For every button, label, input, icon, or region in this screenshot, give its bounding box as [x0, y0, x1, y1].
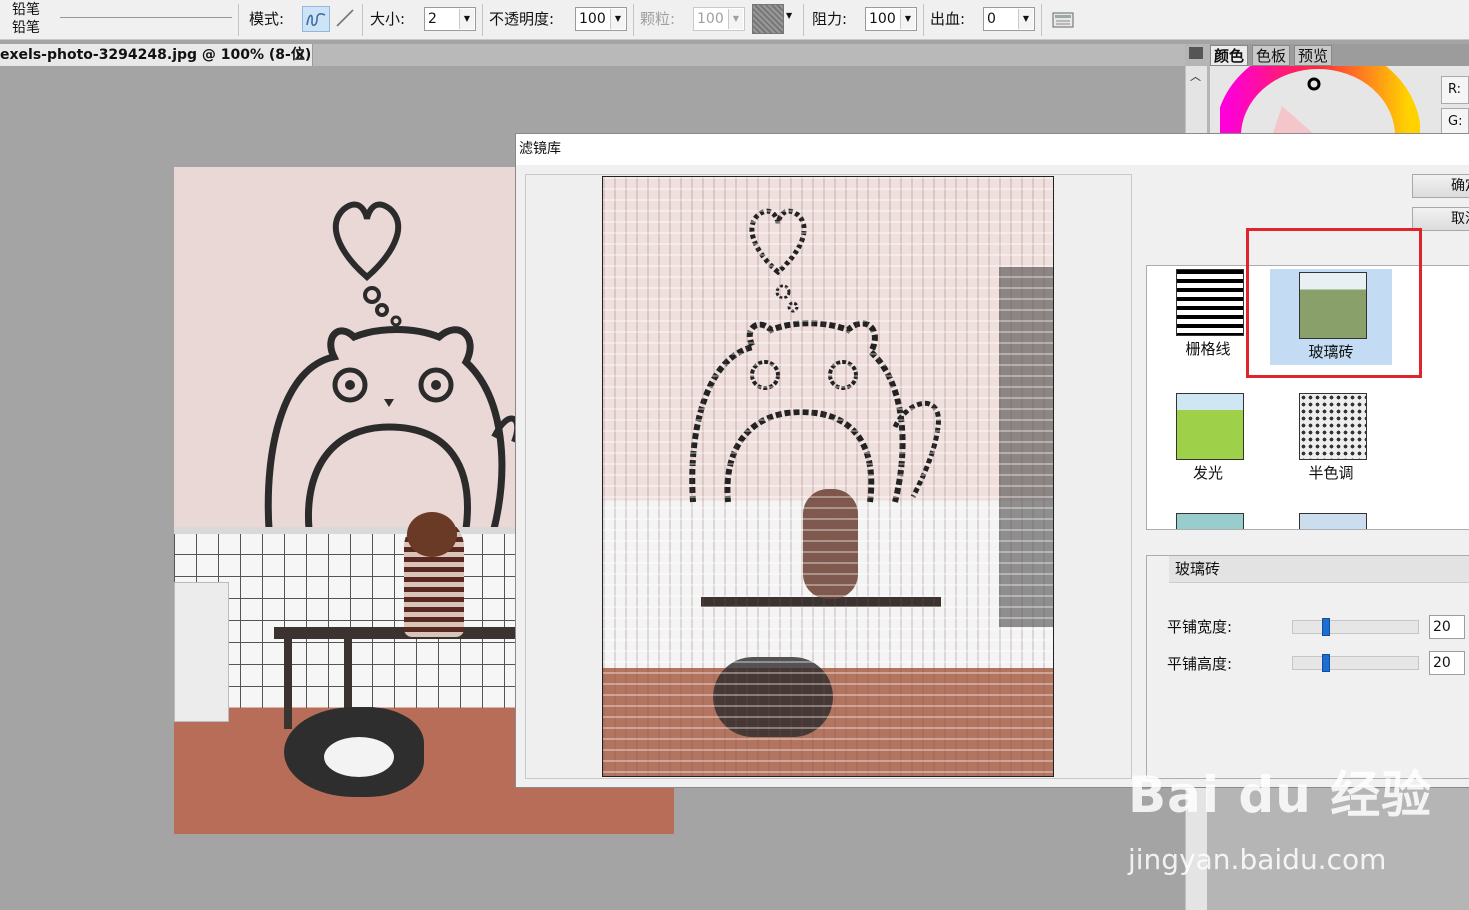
paper-texture-swatch[interactable]: [752, 4, 784, 34]
chevron-down-icon[interactable]: ▼: [900, 9, 915, 29]
slider-thumb[interactable]: [1322, 618, 1330, 636]
slider-thumb[interactable]: [1322, 654, 1330, 672]
filter-item-glow[interactable]: 发光: [1147, 390, 1269, 486]
filter-parameters: 玻璃砖 平铺宽度: 20 平铺高度: 20: [1146, 555, 1469, 779]
tool-name-bottom[interactable]: 铅笔: [12, 20, 40, 36]
resistance-select[interactable]: 100 ▼: [865, 7, 917, 31]
chevron-down-icon[interactable]: ▼: [728, 9, 743, 29]
resistance-label: 阻力:: [812, 10, 848, 28]
tab-color[interactable]: 颜色: [1210, 45, 1249, 66]
panel-menu-icon[interactable]: [1189, 47, 1203, 59]
chevron-down-icon[interactable]: ▼: [459, 9, 474, 29]
tile-width-row: 平铺宽度:: [1167, 614, 1232, 640]
chevron-up-icon[interactable]: ︿: [1190, 68, 1201, 84]
filter-label: 发光: [1192, 464, 1223, 482]
filter-preview[interactable]: [602, 176, 1054, 777]
grain-value: 100: [697, 11, 724, 27]
toolbar-divider: [923, 4, 924, 36]
opacity-value: 100: [579, 11, 606, 27]
dog-patch: [324, 737, 394, 777]
filter-item-halftone[interactable]: 半色调: [1270, 390, 1392, 486]
tile-height-input[interactable]: 20: [1429, 651, 1465, 675]
watermark-url: jingyan.baidu.com: [1128, 843, 1387, 876]
toolbar-divider: [362, 4, 363, 36]
g-label: G:: [1448, 114, 1463, 129]
toolbar-divider: [803, 4, 804, 36]
tab-strip: [313, 44, 1189, 66]
chevron-down-icon[interactable]: ▼: [610, 9, 625, 29]
tile-height-slider[interactable]: [1292, 654, 1419, 672]
grain-label: 颗粒:: [640, 10, 676, 28]
straight-line-icon: [336, 9, 354, 27]
filter-thumbnail-partial[interactable]: [1299, 513, 1367, 529]
mode-label: 模式:: [249, 10, 285, 28]
tablet-options-button[interactable]: [1052, 10, 1074, 30]
ok-button[interactable]: 确定: [1412, 174, 1469, 198]
r-field[interactable]: R:: [1441, 76, 1469, 104]
filter-thumbnail: [1299, 393, 1367, 460]
document-tab[interactable]: exels-photo-3294248.jpg @ 100% (8-位) ×: [0, 44, 313, 66]
tool-name-top[interactable]: 铅笔: [12, 2, 40, 18]
chevron-down-icon[interactable]: ▼: [1018, 9, 1033, 29]
watermark-brand: Bai du 经验: [1128, 766, 1433, 824]
toolbar-divider: [1041, 4, 1042, 36]
tile-width-label: 平铺宽度:: [1167, 618, 1233, 636]
toolbar-divider: [482, 4, 483, 36]
glass-block-overlay: [603, 177, 1053, 776]
dialog-title: 滤镜库: [516, 134, 1469, 165]
chevron-down-icon[interactable]: ▼: [786, 11, 792, 20]
tile-width-slider[interactable]: [1292, 618, 1419, 636]
freehand-icon: [306, 13, 326, 27]
close-icon[interactable]: ×: [294, 44, 306, 66]
toolbar-divider: [238, 4, 239, 36]
size-label: 大小:: [370, 10, 406, 28]
person-hair: [407, 512, 457, 557]
size-select[interactable]: 2 ▼: [424, 7, 476, 31]
tool-divider: [60, 17, 232, 18]
options-toolbar: 铅笔 铅笔 模式: 大小: 2 ▼ 不透明度: 100 ▼ 颗粒: 100 ▼ …: [0, 0, 1469, 40]
toolbar-divider: [633, 4, 634, 36]
r-label: R:: [1448, 82, 1462, 97]
tile-height-row: 平铺高度:: [1167, 651, 1232, 677]
resistance-value: 100: [869, 11, 896, 27]
tab-preview[interactable]: 预览: [1294, 45, 1333, 66]
filter-thumbnail-partial[interactable]: [1176, 513, 1244, 529]
mode-pencil-button[interactable]: [302, 6, 330, 32]
bleed-select[interactable]: 0 ▼: [983, 7, 1035, 31]
tile-width-input[interactable]: 20: [1429, 615, 1465, 639]
filter-thumbnail: [1176, 269, 1244, 336]
annotation-highlight-box: [1246, 228, 1422, 378]
bench-leg: [284, 639, 292, 729]
color-wheel[interactable]: [1220, 66, 1420, 136]
params-title: 玻璃砖: [1169, 556, 1469, 583]
size-value: 2: [428, 11, 437, 27]
tablet-icon: [1052, 12, 1074, 28]
counter: [174, 582, 229, 722]
opacity-label: 不透明度:: [489, 10, 555, 28]
tab-swatches[interactable]: 色板: [1252, 45, 1291, 66]
tile-height-label: 平铺高度:: [1167, 655, 1233, 673]
document-title: exels-photo-3294248.jpg @ 100% (8-位): [0, 47, 312, 63]
mode-line-button[interactable]: [332, 6, 360, 32]
color-panel-tabs: 颜色 色板 预览: [1210, 44, 1469, 66]
bleed-value: 0: [987, 11, 996, 27]
grain-select[interactable]: 100 ▼: [693, 7, 745, 31]
g-field[interactable]: G:: [1441, 108, 1469, 136]
color-panel: R: G:: [1210, 66, 1469, 136]
filter-label: 半色调: [1308, 464, 1354, 482]
bleed-label: 出血:: [930, 10, 966, 28]
opacity-select[interactable]: 100 ▼: [575, 7, 627, 31]
filter-thumbnail: [1176, 393, 1244, 460]
